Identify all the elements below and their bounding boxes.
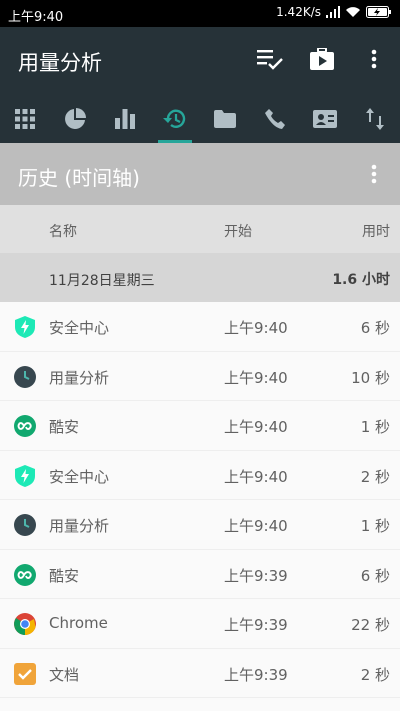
item-duration: 2 秒 (360, 665, 390, 684)
status-right: 1.42K/s (276, 5, 392, 19)
more-vert-icon (371, 164, 377, 184)
signal-icon (326, 6, 340, 18)
tab-phone[interactable] (250, 95, 300, 143)
column-duration[interactable]: 用时 (362, 221, 390, 241)
item-duration: 10 秒 (351, 368, 390, 387)
tab-bar-chart[interactable] (100, 95, 150, 143)
section-header: 历史 (时间轴) (0, 143, 400, 205)
list-item[interactable]: 用量分析 上午9:40 10 秒 (0, 351, 400, 401)
usage-clock-icon (14, 365, 36, 388)
battery-icon (366, 6, 391, 18)
app-bar: 用量分析 (0, 27, 400, 143)
overflow-menu-button[interactable] (348, 39, 400, 79)
list-item[interactable]: Chrome 上午9:39 22 秒 (0, 599, 400, 649)
item-start: 上午9:40 (224, 418, 288, 436)
swap-vert-icon (366, 108, 384, 130)
item-start: 上午9:39 (224, 566, 288, 585)
status-time: 上午9:40 (8, 10, 64, 25)
security-shield-icon (15, 316, 35, 338)
docs-check-icon (14, 662, 36, 685)
item-duration: 1 秒 (360, 418, 390, 436)
coolapk-icon (14, 415, 36, 437)
section-title: 历史 (时间轴) (18, 166, 140, 190)
item-duration: 1 秒 (360, 517, 390, 535)
tab-folder[interactable] (200, 95, 250, 143)
item-duration: 6 秒 (360, 319, 390, 337)
tab-apps-grid[interactable] (0, 95, 50, 143)
list-item-partial[interactable] (0, 698, 400, 711)
item-start: 上午9:40 (224, 517, 288, 535)
item-start: 上午9:39 (224, 616, 288, 634)
tab-data-transfer[interactable] (350, 95, 400, 143)
item-start: 上午9:39 (224, 665, 288, 684)
security-shield-icon (15, 464, 35, 487)
column-start[interactable]: 开始 (224, 221, 252, 241)
item-name: 文档 (49, 665, 80, 684)
item-name: 酷安 (49, 566, 80, 585)
item-name: 用量分析 (49, 517, 110, 535)
contact-card-icon (313, 110, 337, 128)
tab-bar (0, 95, 400, 143)
item-name: 安全中心 (49, 319, 110, 337)
item-duration: 6 秒 (360, 566, 390, 585)
coolapk-icon (14, 563, 36, 586)
history-list: 安全中心 上午9:40 6 秒 用量分析 上午9:40 10 秒 酷安 上午9:… (0, 302, 400, 711)
column-name[interactable]: 名称 (49, 221, 77, 241)
wifi-icon (346, 7, 360, 17)
pie-chart-icon (65, 108, 86, 129)
status-bar: 上午9:40 1.42K/s (0, 0, 400, 27)
tab-history[interactable] (150, 95, 200, 143)
item-start: 上午9:40 (224, 368, 288, 387)
checklist-icon (257, 50, 283, 70)
usage-clock-icon (14, 514, 36, 536)
net-speed: 1.42K/s (276, 5, 321, 19)
more-vert-icon (371, 49, 377, 69)
history-icon (163, 109, 186, 128)
day-total: 1.6 小时 (332, 272, 390, 288)
item-start: 上午9:40 (224, 467, 288, 486)
item-name: 酷安 (49, 418, 80, 436)
tab-contacts[interactable] (300, 95, 350, 143)
list-item[interactable]: 文档 上午9:39 2 秒 (0, 648, 400, 698)
briefcase-play-button[interactable] (296, 39, 348, 79)
bar-chart-icon (115, 109, 135, 129)
chrome-icon (14, 613, 36, 635)
item-start: 上午9:40 (224, 319, 288, 337)
checklist-button[interactable] (244, 39, 296, 79)
app-bar-actions (244, 39, 400, 79)
section-menu-button[interactable] (362, 161, 386, 187)
tab-pie-chart[interactable] (50, 95, 100, 143)
item-name: 安全中心 (49, 467, 110, 486)
item-duration: 2 秒 (360, 467, 390, 486)
item-name: Chrome (49, 614, 108, 632)
day-group-header[interactable]: 11月28日星期三 1.6 小时 (0, 253, 400, 302)
list-item[interactable]: 酷安 上午9:39 6 秒 (0, 549, 400, 599)
folder-icon (214, 110, 236, 128)
column-header: 名称 开始 用时 (0, 205, 400, 253)
item-duration: 22 秒 (351, 616, 390, 634)
day-date: 11月28日星期三 (49, 273, 155, 289)
item-name: 用量分析 (49, 368, 110, 387)
phone-icon (265, 109, 285, 129)
grid-icon (15, 109, 35, 129)
briefcase-play-icon (310, 48, 334, 70)
list-item[interactable]: 安全中心 上午9:40 6 秒 (0, 302, 400, 352)
list-item[interactable]: 安全中心 上午9:40 2 秒 (0, 450, 400, 500)
list-item[interactable]: 用量分析 上午9:40 1 秒 (0, 500, 400, 550)
list-item[interactable]: 酷安 上午9:40 1 秒 (0, 401, 400, 451)
app-title: 用量分析 (18, 51, 102, 75)
